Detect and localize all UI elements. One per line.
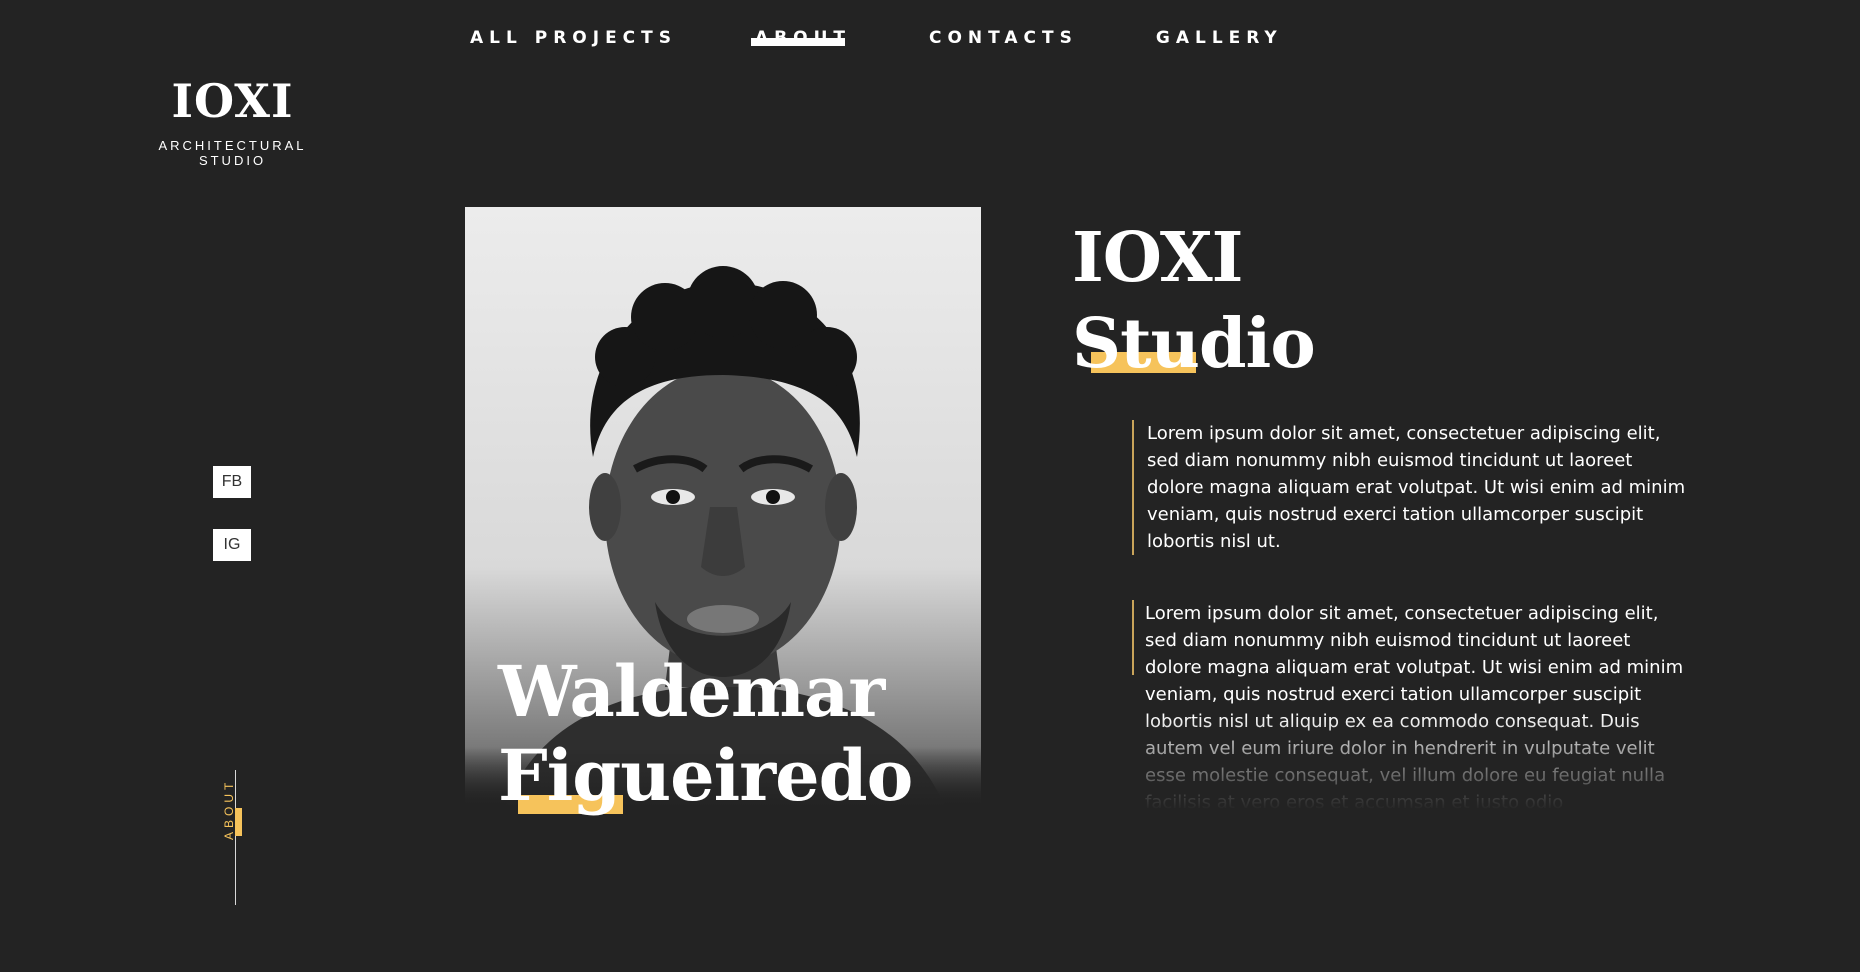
profile-name: Waldemar Figueiredo [498, 650, 913, 818]
nav-gallery[interactable]: GALLERY [1156, 28, 1283, 48]
logo-mark: IOXI [171, 74, 294, 128]
nav-all-projects[interactable]: ALL PROJECTS [470, 28, 677, 48]
instagram-link[interactable]: IG [213, 529, 251, 561]
logo[interactable]: IOXI ARCHITECTURAL STUDIO [130, 78, 335, 168]
page-title: IOXI Studio [1072, 215, 1316, 387]
top-nav: ALL PROJECTS ABOUT CONTACTS GALLERY [470, 28, 1361, 48]
paragraph-fade [1132, 715, 1685, 810]
profile-first-name: Waldemar [498, 650, 885, 733]
facebook-link[interactable]: FB [213, 466, 251, 498]
page: ALL PROJECTS ABOUT CONTACTS GALLERY IOXI… [0, 0, 1860, 975]
title-line-1: IOXI [1072, 218, 1243, 298]
side-accent-bar [235, 808, 242, 836]
profile-last-name: Figueiredo [498, 734, 913, 817]
intro-paragraph: Lorem ipsum dolor sit amet, consectetuer… [1132, 420, 1687, 555]
title-line-2: Studio [1072, 304, 1316, 384]
nav-contacts[interactable]: CONTACTS [929, 28, 1078, 48]
detail-paragraph: Lorem ipsum dolor sit amet, consectetuer… [1132, 600, 1685, 810]
nav-about[interactable]: ABOUT [751, 28, 851, 48]
side-section-label: ABOUT [222, 778, 236, 840]
logo-subtitle: ARCHITECTURAL STUDIO [158, 138, 307, 168]
